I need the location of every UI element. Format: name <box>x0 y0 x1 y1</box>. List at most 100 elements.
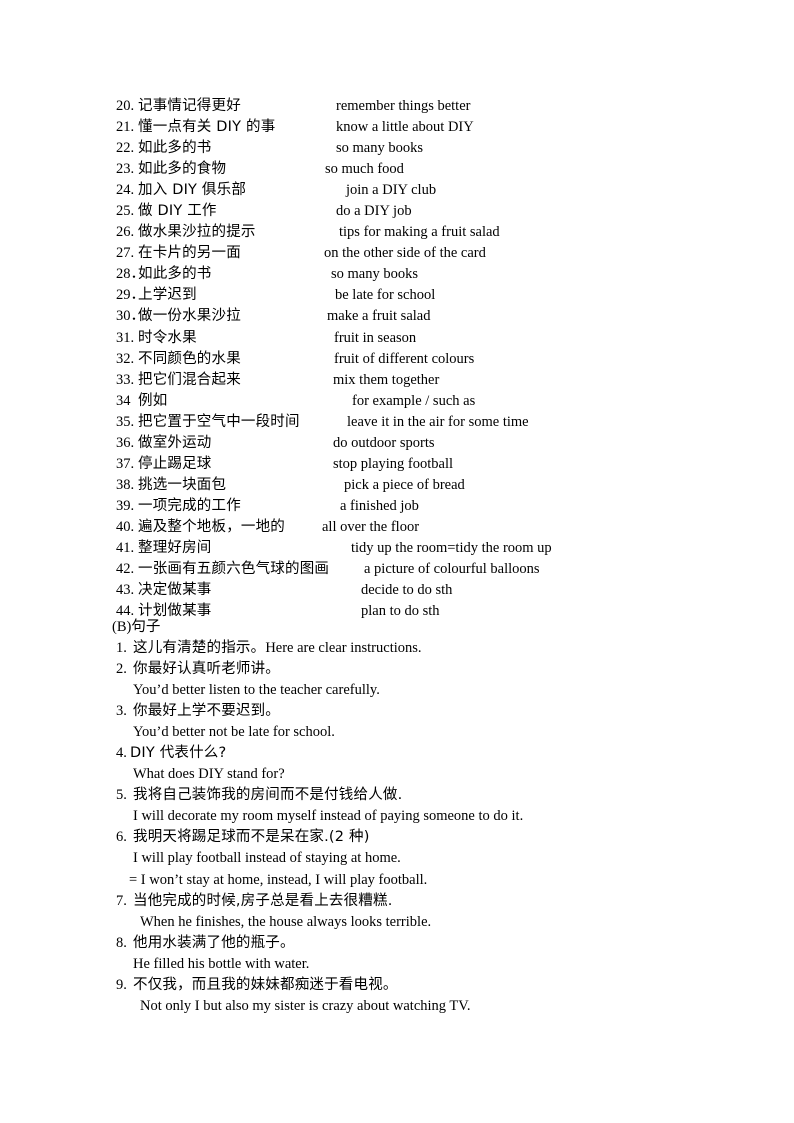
phrase-english: mix them together <box>333 371 440 388</box>
sentence-translation-row: He filled his bottle with water. <box>0 954 794 975</box>
phrase-chinese: 上学迟到 <box>138 287 197 304</box>
phrase-chinese: 记事情记得更好 <box>138 98 241 114</box>
phrase-chinese: 把它们混合起来 <box>138 371 241 388</box>
phrase-english: a finished job <box>340 497 419 514</box>
sentence-row: 8. 他用水装满了他的瓶子。 <box>0 933 794 954</box>
phrase-row: 31. 时令水果 fruit in season <box>0 328 794 349</box>
phrase-english: fruit of different colours <box>334 350 475 367</box>
phrase-chinese: 做水果沙拉的提示 <box>138 224 256 241</box>
phrase-number: 35. <box>116 413 135 430</box>
phrase-number: 38. <box>116 476 135 493</box>
phrase-chinese: 一张画有五颜六色气球的图画 <box>138 561 330 578</box>
phrase-number: 22. <box>116 140 135 157</box>
phrase-english: leave it in the air for some time <box>347 413 529 430</box>
sentence-row: 5. 我将自己装饰我的房间而不是付钱给人做. <box>0 785 794 806</box>
sentence-english: What does DIY stand for? <box>133 766 285 783</box>
phrase-row: 36. 做室外运动 do outdoor sports <box>0 433 794 454</box>
sentence-row: 2. 你最好认真听老师讲。 <box>0 659 794 680</box>
sentence-translation-row: What does DIY stand for? <box>0 764 794 785</box>
sentence-english: When he finishes, the house always looks… <box>140 913 432 930</box>
phrase-number: 39. <box>116 497 135 514</box>
phrase-number: 21. <box>116 119 135 136</box>
phrase-row: 33. 把它们混合起来 mix them together <box>0 370 794 391</box>
phrase-chinese: 一项完成的工作 <box>138 497 241 514</box>
phrase-number: 32. <box>116 350 135 367</box>
sentence-english: You’d better not be late for school. <box>133 724 335 741</box>
phrase-chinese: 加入 DIY 俱乐部 <box>138 182 247 199</box>
phrase-number: 40. <box>116 518 135 535</box>
sentence-row: 4. DIY 代表什么? <box>0 743 794 764</box>
phrase-row: 21. 懂一点有关 DIY 的事 know a little about DIY <box>0 117 794 138</box>
sentence-number: 1. <box>116 640 127 656</box>
phrase-row: 28． 如此多的书 so many books <box>0 264 794 285</box>
phrase-english: on the other side of the card <box>324 245 486 262</box>
phrase-english: tips for making a fruit salad <box>339 224 500 241</box>
sentence-chinese-text: 当他完成的时候,房子总是看上去很糟糕. <box>133 892 393 909</box>
phrase-english: join a DIY club <box>346 182 437 199</box>
sentence-chinese: 你最好上学不要迟到。 <box>133 701 280 722</box>
phrase-number: 36. <box>116 434 135 451</box>
sentence-number: 7. <box>116 892 127 909</box>
phrase-english: remember things better <box>336 98 471 114</box>
phrase-english: pick a piece of bread <box>344 476 465 493</box>
sentence-translation-row: You’d better listen to the teacher caref… <box>0 680 794 701</box>
sentence-chinese-text: 不仅我，而且我的妹妹都痴迷于看电视。 <box>133 976 398 993</box>
phrase-number: 43. <box>116 582 135 599</box>
phrase-chinese: 如此多的食物 <box>138 161 227 178</box>
section-b-label: (B) <box>112 619 132 635</box>
sentence-chinese: DIY 代表什么? <box>130 743 226 764</box>
phrase-chinese: 如此多的书 <box>138 140 212 157</box>
phrase-row: 30． 做一份水果沙拉 make a fruit salad <box>0 306 794 327</box>
sentence-translation-list: 1. 这儿有清楚的指示。Here are clear instructions. 2… <box>0 638 794 1017</box>
sentence-english: I will decorate my room myself instead o… <box>133 808 524 825</box>
phrase-english: make a fruit salad <box>327 308 431 325</box>
phrase-number: 34 <box>116 392 131 409</box>
sentence-number: 9. <box>116 976 127 993</box>
sentence-english: Not only I but also my sister is crazy a… <box>140 997 471 1014</box>
phrase-chinese: 做 DIY 工作 <box>138 203 217 220</box>
phrase-row: 34 例如 for example / such as <box>0 391 794 412</box>
phrase-chinese: 停止踢足球 <box>138 455 212 472</box>
phrase-number: 42. <box>116 561 135 578</box>
phrase-row: 25. 做 DIY 工作 do a DIY job <box>0 201 794 222</box>
sentence-english: = I won’t stay at home, instead, I will … <box>129 871 428 888</box>
phrase-chinese: 做一份水果沙拉 <box>138 308 241 325</box>
sentence-english: You’d better listen to the teacher caref… <box>133 682 380 699</box>
phrase-chinese: 如此多的书 <box>138 266 212 283</box>
sentence-chinese: 不仅我，而且我的妹妹都痴迷于看电视。 <box>133 975 398 996</box>
phrase-chinese: 例如 <box>138 392 168 409</box>
phrase-translation-list: 20. 记事情记得更好 remember things better 21. 懂一点有关… <box>0 96 794 622</box>
phrase-row: 35. 把它置于空气中一段时间 leave it in the air for so… <box>0 412 794 433</box>
phrase-chinese: 做室外运动 <box>138 434 212 451</box>
phrase-row: 29． 上学迟到 be late for school <box>0 285 794 306</box>
sentence-number: 6. <box>116 829 127 846</box>
phrase-english: do outdoor sports <box>333 434 435 451</box>
phrase-row: 37. 停止踢足球 stop playing football <box>0 454 794 475</box>
phrase-row: 22. 如此多的书 so many books <box>0 138 794 159</box>
phrase-row: 23. 如此多的食物 so much food <box>0 159 794 180</box>
sentence-chinese-text: 我明天将踢足球而不是呆在家.(2 种) <box>133 829 370 846</box>
phrase-english: so many books <box>331 266 418 283</box>
phrase-row: 24. 加入 DIY 俱乐部 join a DIY club <box>0 180 794 201</box>
phrase-chinese: 遍及整个地板，一地的 <box>138 518 285 535</box>
phrase-english: stop playing football <box>333 455 454 472</box>
sentence-chinese: 他用水装满了他的瓶子。 <box>133 933 295 954</box>
phrase-chinese: 决定做某事 <box>138 582 212 599</box>
sentence-inline-english: Here are clear instructions. <box>265 640 422 656</box>
sentence-number: 4. <box>116 745 127 762</box>
sentence-chinese: 我明天将踢足球而不是呆在家.(2 种) <box>133 827 370 848</box>
phrase-number: 31. <box>116 329 135 346</box>
phrase-number: 27. <box>116 245 135 262</box>
sentence-number: 5. <box>116 787 127 804</box>
phrase-number: 20. <box>116 98 135 114</box>
phrase-chinese: 不同颜色的水果 <box>138 350 241 367</box>
sentence-chinese-text: 你最好认真听老师讲。 <box>133 661 280 678</box>
sentence-chinese-text: DIY 代表什么? <box>130 745 227 762</box>
phrase-number: 24. <box>116 182 135 199</box>
phrase-row: 38. 挑选一块面包 pick a piece of bread <box>0 475 794 496</box>
phrase-row: 40. 遍及整个地板，一地的 all over the floor <box>0 517 794 538</box>
sentence-translation-row: I will play football instead of staying … <box>0 848 794 869</box>
sentence-number: 8. <box>116 934 127 951</box>
sentence-translation-row: Not only I but also my sister is crazy a… <box>0 996 794 1017</box>
phrase-number: 25. <box>116 203 135 220</box>
